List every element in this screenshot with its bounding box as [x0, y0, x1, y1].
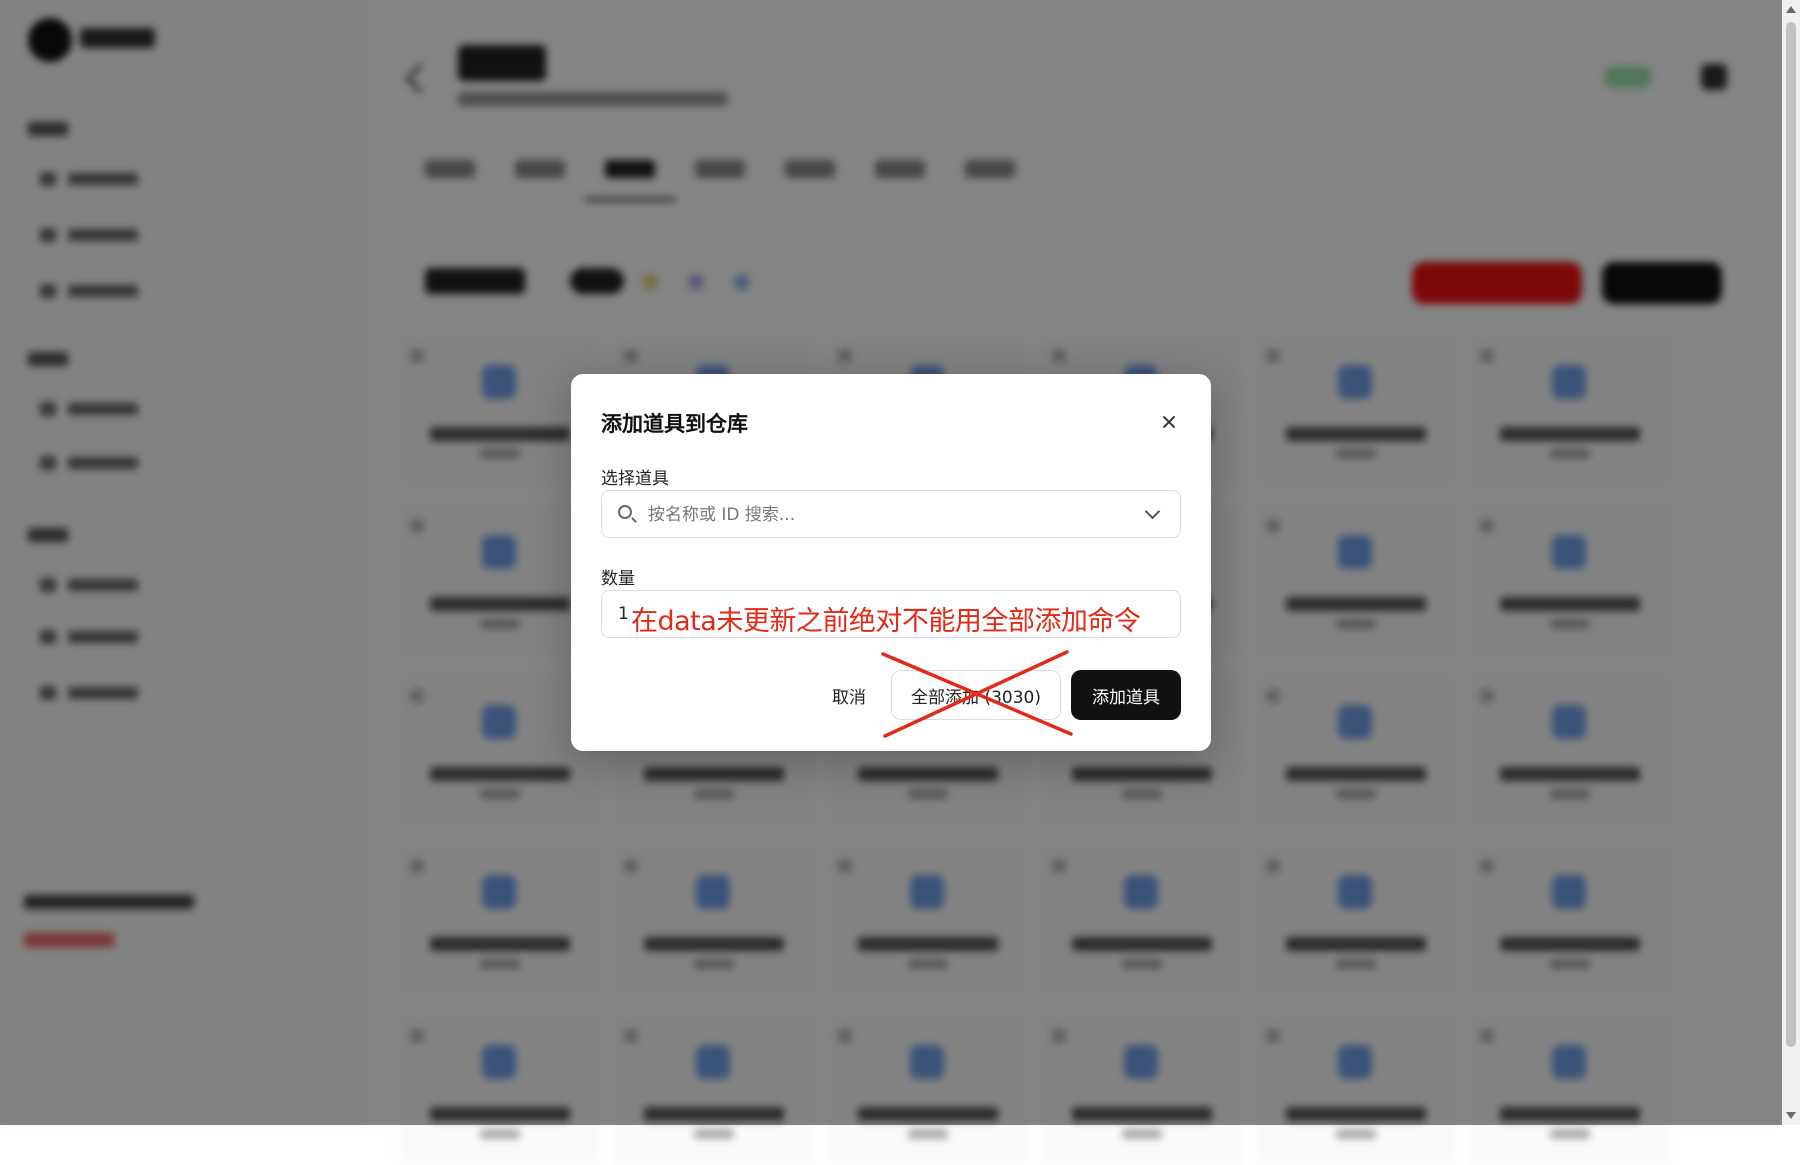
annotation-note: 在data未更新之前绝对不能用全部添加命令: [631, 606, 1141, 637]
quantity-value: 1: [618, 604, 629, 624]
chevron-down-icon[interactable]: [1144, 503, 1161, 520]
search-icon: [618, 505, 632, 519]
add-item-dialog: 添加道具到仓库 选择道具 数量 1 在data未更新之前绝对不能用全部添加命令 …: [571, 374, 1211, 751]
scroll-down-icon[interactable]: [1786, 1112, 1796, 1119]
dialog-title: 添加道具到仓库: [601, 412, 748, 436]
item-select[interactable]: [601, 490, 1181, 538]
cancel-button[interactable]: 取消: [811, 670, 887, 720]
quantity-label: 数量: [601, 569, 635, 589]
scrollbar-thumb[interactable]: [1786, 22, 1796, 1047]
add-all-button[interactable]: 全部添加 (3030): [891, 670, 1061, 720]
quantity-field[interactable]: 1 在data未更新之前绝对不能用全部添加命令: [601, 590, 1181, 638]
page-scrollbar[interactable]: [1782, 0, 1800, 1125]
close-icon[interactable]: [1157, 410, 1181, 434]
add-item-button[interactable]: 添加道具: [1071, 670, 1181, 720]
search-input[interactable]: [646, 499, 1120, 531]
scroll-up-icon[interactable]: [1786, 6, 1796, 13]
select-item-label: 选择道具: [601, 469, 669, 489]
